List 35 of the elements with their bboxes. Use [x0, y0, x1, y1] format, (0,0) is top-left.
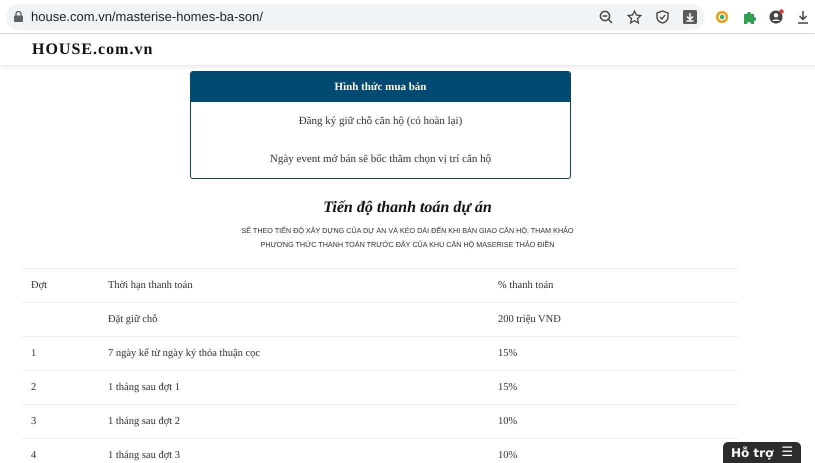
- table-cell: 1 tháng sau đợt 1: [108, 382, 180, 393]
- address-bar[interactable]: house.com.vn/masterise-homes-ba-son/: [6, 4, 705, 30]
- download-arrow-icon[interactable]: [797, 10, 809, 24]
- puzzle-icon[interactable]: [742, 10, 756, 24]
- table-cell: 4: [31, 450, 36, 461]
- column-header: % thanh toán: [489, 268, 738, 302]
- extension-icon[interactable]: [715, 10, 729, 24]
- table-cell: 3: [31, 416, 36, 427]
- box-title: Hình thức mua bán: [191, 72, 570, 102]
- table-cell: 1: [31, 348, 36, 359]
- section-title: Tiến độ thanh toán dự án: [322, 199, 493, 217]
- support-button[interactable]: Hỗ trợ ☰: [722, 442, 801, 463]
- table-cell: 7 ngày kể từ ngày ký thỏa thuận cọc: [108, 348, 260, 359]
- table-cell: 15%: [498, 382, 518, 393]
- table-cell: Đặt giữ chỗ: [108, 314, 158, 325]
- url-text: house.com.vn/masterise-homes-ba-son/: [31, 9, 264, 24]
- profile-icon[interactable]: [769, 9, 784, 24]
- menu-icon: ☰: [781, 445, 793, 460]
- table-cell: 15%: [498, 348, 518, 359]
- column-header: Đợt: [22, 268, 99, 302]
- zoom-out-icon[interactable]: [599, 10, 613, 24]
- table-cell: 10%: [498, 416, 518, 427]
- star-icon[interactable]: [627, 10, 642, 24]
- box-text: Đăng ký giữ chỗ căn hộ (có hoàn lại): [298, 114, 464, 129]
- column-header: Thời hạn thanh toán: [99, 268, 489, 302]
- shield-icon[interactable]: [656, 10, 669, 24]
- lock-icon: [14, 11, 23, 22]
- download-icon[interactable]: [683, 10, 697, 24]
- table-cell: 2: [31, 382, 36, 393]
- table-cell: 10%: [498, 450, 518, 461]
- table-cell: 200 triệu VNĐ: [498, 314, 561, 325]
- site-logo[interactable]: HOUSE.com.vn: [32, 40, 154, 58]
- table-cell: 1 tháng sau đợt 3: [108, 450, 180, 461]
- box-text: Ngày event mở bán sẽ bốc thăm chọn vị trí căn hộ: [268, 152, 492, 167]
- table-cell: 1 tháng sau đợt 2: [108, 416, 180, 427]
